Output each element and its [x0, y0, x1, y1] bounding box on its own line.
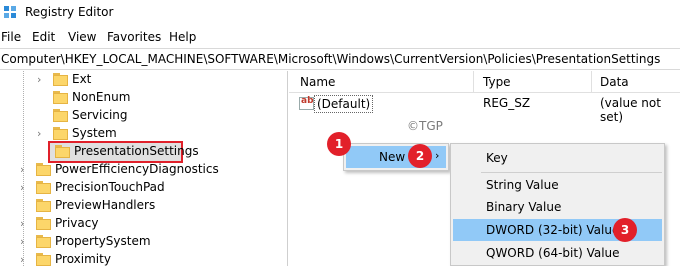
chevron-right-icon[interactable]: ›: [37, 72, 49, 88]
tree-item-label: PrecisionTouchPad: [55, 180, 165, 194]
submenu-item-string-value[interactable]: String Value: [453, 174, 662, 196]
submenu-item-qword-value[interactable]: QWORD (64-bit) Value: [453, 242, 662, 264]
registry-editor-icon: [4, 6, 17, 19]
column-separator[interactable]: [473, 71, 474, 93]
submenu-item-label: DWORD (32-bit) Value: [486, 223, 620, 237]
tree-item-label: PreviewHandlers: [55, 198, 156, 212]
registry-tree[interactable]: › Ext NonEnum Servicing › System Present…: [0, 71, 286, 266]
folder-icon: [55, 145, 70, 158]
step-badge-1: 1: [327, 132, 351, 156]
folder-icon: [36, 217, 51, 230]
folder-icon: [53, 91, 68, 104]
column-header-data[interactable]: Data: [600, 75, 629, 89]
address-bar[interactable]: Computer\HKEY_LOCAL_MACHINE\SOFTWARE\Mic…: [0, 48, 680, 70]
folder-icon: [36, 199, 51, 212]
submenu-item-label: String Value: [486, 178, 559, 192]
menu-bar: File Edit View Favorites Help: [0, 28, 680, 48]
chevron-right-icon[interactable]: ›: [20, 180, 32, 196]
column-header-name[interactable]: Name: [300, 75, 335, 89]
submenu-item-label: Binary Value: [486, 200, 562, 214]
menu-help[interactable]: Help: [169, 30, 196, 44]
menu-view[interactable]: View: [68, 30, 96, 44]
folder-icon: [36, 181, 51, 194]
value-data: (value not set): [600, 96, 661, 124]
new-submenu: Key String Value Binary Value DWORD (32-…: [450, 143, 665, 266]
string-value-icon: ab: [299, 96, 314, 110]
step-badge-2: 2: [408, 144, 432, 168]
window-title: Registry Editor: [25, 5, 114, 19]
chevron-right-icon[interactable]: ›: [20, 162, 32, 178]
folder-icon: [36, 253, 51, 266]
chevron-right-icon[interactable]: ›: [20, 234, 32, 250]
submenu-item-key[interactable]: Key: [453, 147, 662, 169]
context-menu: New ›: [343, 143, 449, 171]
column-separator[interactable]: [591, 71, 592, 93]
tree-item-label: PresentationSettings: [74, 144, 199, 158]
title-bar: Registry Editor: [0, 0, 680, 26]
menu-favorites[interactable]: Favorites: [107, 30, 161, 44]
tree-item-label: NonEnum: [72, 90, 131, 104]
watermark-text: ©TGP: [407, 119, 443, 133]
folder-icon: [53, 127, 68, 140]
menu-edit[interactable]: Edit: [32, 30, 55, 44]
submenu-item-label: Key: [486, 151, 508, 165]
pane-splitter[interactable]: [287, 71, 288, 266]
values-list-header: Name Type Data: [289, 71, 680, 93]
column-header-type[interactable]: Type: [483, 75, 511, 89]
tree-item-label: PowerEfficiencyDiagnostics: [55, 162, 219, 176]
tree-item-label: Proximity: [55, 252, 111, 266]
folder-icon: [36, 235, 51, 248]
chevron-right-icon[interactable]: ›: [37, 126, 49, 142]
tree-item-label: System: [72, 126, 117, 140]
menu-separator: [481, 172, 662, 173]
tree-item-label: Ext: [72, 72, 92, 86]
folder-icon: [36, 163, 51, 176]
chevron-right-icon[interactable]: ›: [20, 252, 32, 266]
value-row-default[interactable]: ab (Default) REG_SZ (value not set): [289, 95, 680, 124]
chevron-right-icon[interactable]: ›: [20, 216, 32, 232]
value-type: REG_SZ: [483, 96, 531, 110]
chevron-right-icon: ›: [435, 149, 440, 162]
menu-file[interactable]: File: [1, 30, 21, 44]
folder-icon: [53, 109, 68, 122]
value-name: (Default): [314, 95, 374, 113]
submenu-item-binary-value[interactable]: Binary Value: [453, 196, 662, 218]
folder-icon: [53, 73, 68, 86]
submenu-item-label: QWORD (64-bit) Value: [486, 246, 620, 260]
context-menu-new-label: New: [379, 150, 406, 164]
step-badge-3: 3: [613, 218, 637, 242]
tree-item-label: Servicing: [72, 108, 128, 122]
tree-item-label: PropertySystem: [55, 234, 151, 248]
tree-item-label: Privacy: [55, 216, 99, 230]
tree-item-presentationsettings[interactable]: PresentationSettings: [47, 141, 199, 163]
